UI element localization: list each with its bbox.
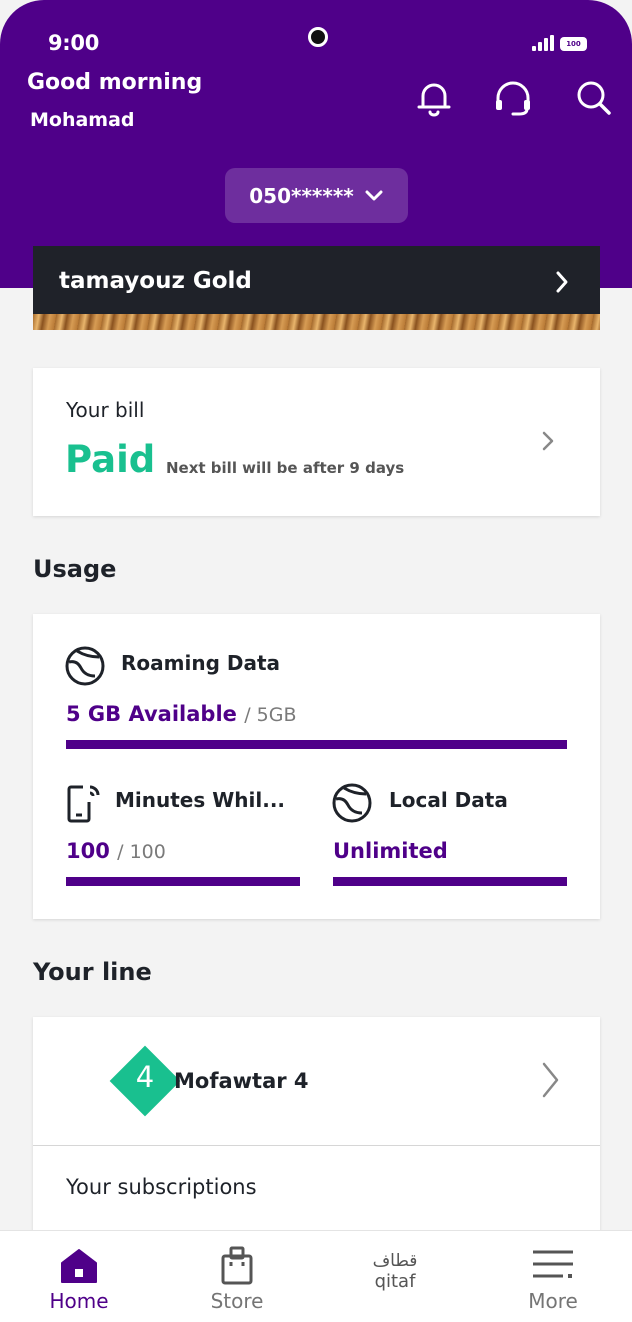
chevron-right-icon (542, 431, 554, 451)
plan-row[interactable]: 4 Mofawtar 4 (33, 1017, 600, 1145)
tab-home[interactable]: Home (0, 1231, 158, 1322)
globe-icon (332, 783, 372, 823)
chevron-down-icon (365, 190, 383, 200)
app-screen: 9:00 100 Good morning Mohamad 050****** … (0, 0, 632, 1322)
header: 9:00 100 Good morning Mohamad 050****** (0, 0, 632, 288)
battery-icon: 100 (560, 37, 587, 51)
globe-icon (65, 646, 105, 686)
search-icon[interactable] (574, 78, 614, 118)
minutes-value: 100 (66, 839, 110, 863)
local-data-title: Local Data (389, 788, 508, 812)
minutes-value-row: 100 / 100 (66, 839, 166, 863)
usage-heading: Usage (33, 555, 117, 583)
local-data-value: Unlimited (333, 839, 448, 863)
your-line-heading: Your line (33, 958, 152, 986)
divider (33, 1145, 600, 1146)
roaming-data-title: Roaming Data (121, 651, 281, 675)
plan-number: 4 (135, 1060, 155, 1094)
plan-name: Mofawtar 4 (174, 1069, 309, 1093)
tab-qitaf[interactable]: قطاف qitaf (316, 1231, 474, 1322)
shopping-bag-icon (221, 1246, 253, 1285)
qitaf-logo-arabic: قطاف (372, 1251, 418, 1271)
user-name: Mohamad (30, 109, 135, 131)
line-number: 050****** (249, 183, 354, 208)
signal-icon (532, 35, 554, 51)
tab-home-label: Home (49, 1289, 109, 1313)
minutes-progress-fill (66, 877, 300, 886)
bill-card[interactable]: Your bill Paid Next bill will be after 9… (33, 368, 600, 516)
tier-banner[interactable]: tamayouz Gold (33, 246, 600, 330)
roaming-total: / 5GB (244, 704, 297, 726)
roaming-progress-bar (66, 740, 567, 749)
camera-cutout (308, 27, 328, 47)
home-icon (61, 1249, 97, 1283)
subscriptions-title[interactable]: Your subscriptions (66, 1175, 257, 1199)
next-bill-note: Next bill will be after 9 days (166, 459, 405, 477)
usage-card[interactable]: Roaming Data 5 GB Available / 5GB Minute… (33, 614, 600, 919)
local-progress-fill (333, 877, 567, 886)
minutes-total: / 100 (117, 841, 166, 863)
line-card: 4 Mofawtar 4 Your subscriptions (33, 1017, 600, 1257)
tier-label: tamayouz Gold (59, 268, 252, 294)
tab-store[interactable]: Store (158, 1231, 316, 1322)
bill-title: Your bill (66, 398, 145, 422)
greeting: Good morning (27, 70, 203, 95)
bell-icon[interactable] (414, 78, 454, 118)
bill-status: Paid (65, 438, 156, 481)
chevron-right-icon (542, 1062, 559, 1098)
roaming-progress-fill (66, 740, 567, 749)
status-time: 9:00 (48, 31, 100, 55)
roaming-available: 5 GB Available (66, 702, 237, 726)
roaming-data-value: 5 GB Available / 5GB (66, 702, 297, 726)
tab-more-label: More (528, 1289, 578, 1313)
chevron-right-icon (556, 271, 568, 293)
tab-more[interactable]: More (474, 1231, 632, 1322)
headset-icon[interactable] (493, 78, 533, 118)
tab-store-label: Store (210, 1289, 264, 1313)
bottom-tab-bar: Home Store قطاف qitaf More (0, 1230, 632, 1322)
minutes-progress-bar (66, 877, 300, 886)
phone-signal-icon (67, 785, 100, 823)
line-number-selector[interactable]: 050****** (225, 168, 408, 223)
menu-icon (533, 1250, 573, 1278)
gold-texture (33, 314, 600, 330)
local-progress-bar (333, 877, 567, 886)
minutes-title: Minutes Whil... (115, 788, 286, 812)
qitaf-logo: qitaf (374, 1271, 416, 1292)
